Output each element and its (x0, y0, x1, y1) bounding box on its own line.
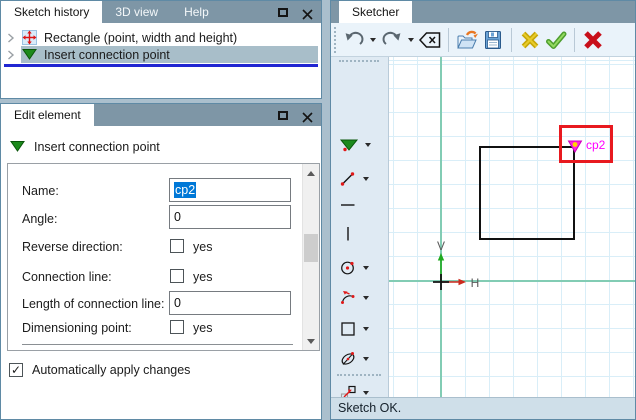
maximize-icon[interactable] (278, 110, 288, 120)
scroll-up-icon[interactable] (303, 165, 319, 181)
tree-row-label: Insert connection point (44, 47, 170, 62)
palette-separator (337, 374, 381, 376)
status-bar: Sketch OK. (331, 397, 635, 419)
circle-tool[interactable] (335, 256, 385, 280)
tool-dropdown-icon[interactable] (363, 357, 369, 361)
sketcher-tabbar: Sketcher (331, 1, 635, 23)
edit-element-panel: Edit element Insert connection point Nam… (0, 103, 322, 420)
scroll-down-icon[interactable] (303, 333, 319, 349)
sketcher-toolbar (331, 23, 635, 57)
auto-apply-row[interactable]: ✓ Automatically apply changes (9, 363, 190, 377)
ellipse-tool[interactable] (335, 347, 385, 371)
name-input[interactable]: cp2 (169, 178, 291, 202)
vertical-line-tool[interactable] (335, 222, 385, 246)
reverse-direction-checkbox-label: yes (193, 240, 213, 254)
form-divider (22, 344, 293, 345)
sketch-history-tree: Rectangle (point, width and height) Inse… (1, 23, 321, 67)
sketch-history-tabbar: Sketch history 3D view Help (1, 1, 321, 23)
connection-point-tool[interactable] (335, 133, 385, 157)
tab-sketcher[interactable]: Sketcher (339, 1, 413, 23)
connection-point-icon (9, 139, 25, 154)
angle-field-label: Angle: (22, 212, 58, 226)
palette-grip-icon[interactable] (339, 60, 379, 63)
save-sketch-button[interactable] (480, 27, 506, 53)
tool-dropdown-icon[interactable] (363, 327, 369, 331)
rectangle-tool[interactable] (335, 317, 385, 341)
tree-row-label: Rectangle (point, width and height) (44, 30, 238, 45)
connection-point-marker-icon[interactable] (567, 139, 583, 159)
dimensioning-point-checkbox-label: yes (193, 321, 213, 335)
connection-line-checkbox[interactable] (170, 269, 184, 283)
connection-point-label: cp2 (586, 138, 606, 152)
reverse-direction-label: Reverse direction: (22, 240, 123, 254)
grid-major-horizontal-line (389, 280, 635, 282)
rectangle-move-icon (21, 30, 37, 45)
close-red-x-button[interactable] (580, 27, 606, 53)
angle-input[interactable] (169, 205, 291, 229)
name-input-selected-text: cp2 (174, 182, 197, 198)
sketch-canvas[interactable]: cp2 V H (389, 57, 635, 397)
length-connection-line-input[interactable] (169, 291, 291, 315)
chevron-right-icon[interactable] (1, 49, 21, 61)
sketch-history-panel: Sketch history 3D view Help Rectangle (p… (0, 0, 322, 99)
close-icon[interactable] (302, 7, 313, 20)
application-window: Sketch history 3D view Help Rectangle (p… (0, 0, 636, 420)
tool-dropdown-icon[interactable] (363, 391, 369, 395)
redo-button[interactable] (379, 27, 405, 53)
backspace-delete-button[interactable] (417, 27, 443, 53)
tab-sketch-history[interactable]: Sketch history (1, 1, 103, 23)
undo-button[interactable] (341, 27, 367, 53)
tool-dropdown-icon[interactable] (363, 296, 369, 300)
connection-point-icon (21, 47, 37, 62)
reverse-direction-checkbox[interactable] (170, 239, 184, 253)
edit-element-header-label: Insert connection point (34, 139, 160, 154)
checkmark-icon: ✓ (10, 363, 22, 377)
v-axis-label: V (437, 239, 445, 253)
toolbar-separator (448, 27, 449, 52)
name-field-label: Name: (22, 184, 59, 198)
edit-element-form: Name: cp2 Angle: Reverse direction: yes … (7, 163, 320, 351)
tab-help[interactable]: Help (171, 1, 222, 23)
toolbar-grip-icon[interactable] (334, 26, 337, 53)
axes-origin: V H (433, 239, 480, 290)
tree-row-rectangle[interactable]: Rectangle (point, width and height) (1, 29, 321, 46)
dimensioning-point-checkbox[interactable] (170, 320, 184, 334)
edit-element-header: Insert connection point (9, 139, 321, 154)
close-icon[interactable] (302, 110, 313, 123)
undo-dropdown-icon[interactable] (370, 37, 376, 42)
discard-yellow-x-button[interactable] (517, 27, 543, 53)
tab-3d-view[interactable]: 3D view (102, 1, 171, 23)
scrollbar-thumb[interactable] (304, 234, 318, 262)
form-scrollbar[interactable] (302, 164, 319, 350)
dimensioning-point-label: Dimensioning point: (22, 321, 132, 335)
sketcher-panel: Sketcher cp2 V H Sketch OK. (330, 0, 636, 420)
arc-tool[interactable] (335, 286, 385, 310)
line-tool[interactable] (335, 167, 385, 191)
horizontal-line-tool[interactable] (335, 193, 385, 217)
connection-line-checkbox-label: yes (193, 270, 213, 284)
maximize-icon[interactable] (278, 7, 288, 17)
connection-line-label: Connection line: (22, 270, 112, 284)
status-text: Sketch OK. (338, 401, 402, 415)
toolbar-separator (574, 27, 575, 52)
length-connection-line-label: Length of connection line: (22, 297, 165, 311)
tool-dropdown-icon[interactable] (363, 177, 369, 181)
insert-position-indicator (4, 64, 318, 67)
tool-palette (331, 57, 389, 401)
auto-apply-label: Automatically apply changes (32, 363, 191, 377)
apply-green-check-button[interactable] (543, 27, 569, 53)
tab-edit-element[interactable]: Edit element (1, 104, 94, 126)
tree-row-insert-connection-point[interactable]: Insert connection point (1, 46, 321, 63)
tool-dropdown-icon[interactable] (363, 266, 369, 270)
toolbar-separator (511, 27, 512, 52)
open-sketch-button[interactable] (454, 27, 480, 53)
grid-major-vertical-line (440, 57, 442, 397)
tool-dropdown-icon[interactable] (365, 143, 371, 147)
edit-element-tabbar: Edit element (1, 104, 321, 126)
redo-dropdown-icon[interactable] (408, 37, 414, 42)
auto-apply-checkbox[interactable]: ✓ (9, 363, 23, 377)
chevron-right-icon[interactable] (1, 32, 21, 44)
h-axis-label: H (471, 276, 480, 290)
